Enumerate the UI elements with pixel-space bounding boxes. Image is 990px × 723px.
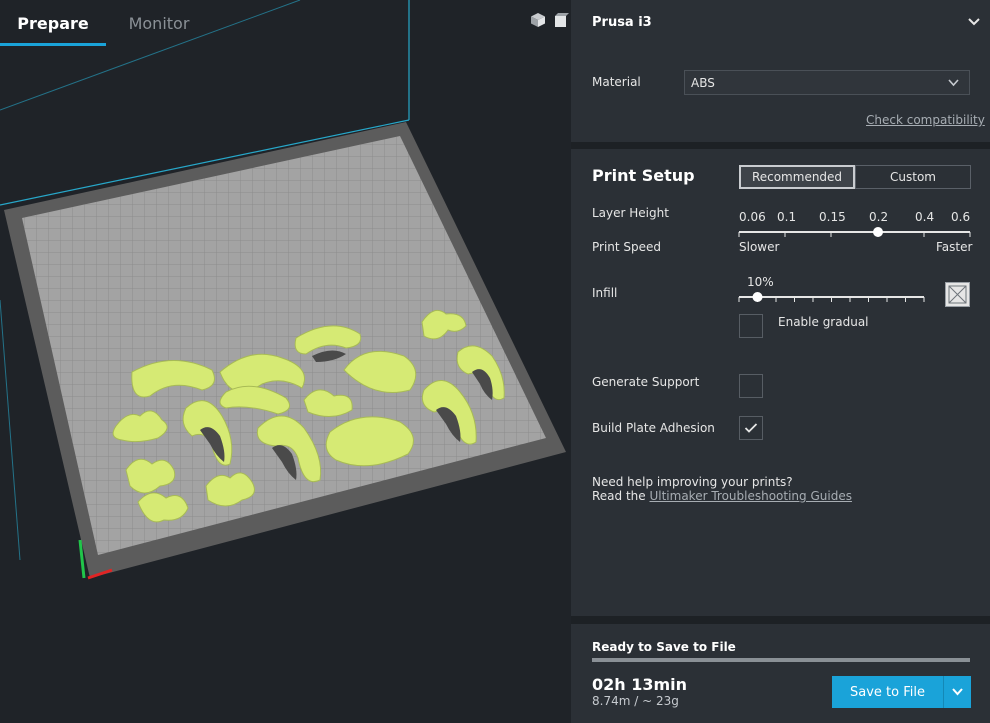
faster-label: Faster [936, 240, 973, 254]
print-speed-label: Print Speed [592, 240, 662, 254]
3d-view-icon[interactable] [530, 12, 546, 28]
print-setup-panel: Print Setup Recommended Custom Layer Hei… [571, 149, 990, 616]
material-estimate: 8.74m / ~ 23g [592, 694, 679, 708]
generate-support-checkbox[interactable] [739, 374, 763, 398]
front-view-icon[interactable] [554, 12, 570, 28]
help-text: Need help improving your prints? [592, 475, 793, 489]
cura-app: Prepare Monitor Prusa i3 Material ABS Ch… [0, 0, 990, 723]
infill-slider[interactable] [737, 289, 927, 305]
print-time: 02h 13min [592, 675, 688, 694]
layer-height-tick: 0.1 [777, 210, 797, 224]
print-setup-title: Print Setup [592, 166, 695, 185]
checkmark-icon [744, 423, 758, 433]
slower-label: Slower [739, 240, 780, 254]
view-controls [530, 12, 570, 28]
save-to-file-button[interactable]: Save to File [832, 676, 943, 708]
save-status: Ready to Save to File [592, 640, 736, 654]
sidebar: Prusa i3 Material ABS Check compatibilit… [571, 0, 990, 723]
tab-prepare[interactable]: Prepare [0, 0, 106, 46]
slice-progress-bar [592, 658, 970, 662]
material-label: Material [592, 75, 641, 89]
3d-viewport[interactable]: Prepare Monitor [0, 0, 571, 723]
troubleshooting-link[interactable]: Ultimaker Troubleshooting Guides [649, 489, 851, 503]
build-volume-scene[interactable] [0, 0, 571, 723]
chevron-down-icon [948, 79, 959, 87]
layer-height-tick: 0.06 [739, 210, 766, 224]
infill-label: Infill [592, 286, 618, 300]
build-plate-adhesion-label: Build Plate Adhesion [592, 421, 715, 435]
enable-gradual-checkbox[interactable] [739, 314, 763, 338]
build-plate-adhesion-checkbox[interactable] [739, 416, 763, 440]
layer-height-tick: 0.15 [819, 210, 846, 224]
mode-custom-button[interactable]: Custom [855, 165, 971, 189]
volume-edge-left [0, 299, 21, 561]
chevron-down-icon[interactable] [968, 17, 980, 27]
save-panel: Ready to Save to File 02h 13min 8.74m / … [571, 624, 990, 723]
layer-height-tick: 0.6 [951, 210, 971, 224]
infill-pattern-icon[interactable] [945, 282, 970, 307]
layer-height-label: Layer Height [592, 206, 669, 220]
slice-progress-fill [592, 658, 970, 662]
stage-tabs: Prepare Monitor [0, 0, 212, 46]
layer-height-slider[interactable] [737, 224, 973, 240]
machine-selector[interactable]: Prusa i3 [592, 15, 652, 30]
enable-gradual-label: Enable gradual [778, 315, 869, 329]
chevron-down-icon [952, 688, 963, 696]
help-prefix: Read the [592, 489, 650, 503]
mode-recommended-button[interactable]: Recommended [739, 165, 855, 189]
material-select[interactable]: ABS [684, 70, 970, 95]
check-compatibility-link[interactable]: Check compatibility [866, 113, 985, 127]
layer-height-tick: 0.2 [869, 210, 889, 224]
machine-panel: Prusa i3 Material ABS Check compatibilit… [571, 0, 990, 142]
tab-monitor[interactable]: Monitor [106, 0, 212, 46]
save-options-dropdown[interactable] [943, 676, 971, 708]
infill-handle [752, 292, 763, 302]
layer-height-tick: 0.4 [915, 210, 935, 224]
generate-support-label: Generate Support [592, 375, 700, 389]
material-value: ABS [691, 76, 715, 90]
help-line-2: Read the Ultimaker Troubleshooting Guide… [592, 489, 852, 503]
layer-height-handle [873, 227, 883, 237]
infill-value: 10% [747, 275, 774, 289]
